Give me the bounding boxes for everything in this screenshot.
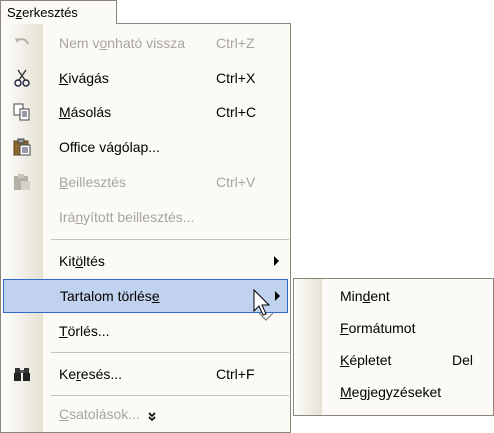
menu-item-label: Csatolások...	[59, 406, 140, 422]
menu-item-label: Kitöltés	[59, 253, 105, 269]
menu-item-cut[interactable]: Kivágás Ctrl+X	[2, 61, 289, 95]
edit-menu: Nem vonható vissza Ctrl+Z Kivágás Ctrl+X…	[0, 23, 291, 433]
menu-item-label: Kivágás	[59, 70, 109, 86]
submenu-item-label: Képletet	[340, 352, 392, 368]
menu-separator	[51, 395, 289, 396]
scissors-icon	[12, 69, 32, 87]
menu-item-find[interactable]: Keresés... Ctrl+F	[2, 357, 289, 391]
menu-item-label: Törlés...	[59, 323, 110, 339]
menu-separator	[51, 352, 289, 353]
shortcut-label: Del	[452, 352, 474, 368]
submenu-item-label: Megjegyzéseket	[340, 384, 442, 400]
submenu-item-formats[interactable]: Formátumot	[294, 315, 493, 345]
menu-item-paste-special[interactable]: Irányított beillesztés...	[2, 200, 289, 234]
menu-item-copy[interactable]: Másolás Ctrl+C	[2, 95, 289, 129]
clear-submenu: Mindent Formátumot Képletet Del Megjegyz…	[293, 278, 494, 416]
mouse-pointer-icon	[253, 288, 275, 326]
expand-menu-chevron-icon[interactable]	[147, 412, 157, 422]
submenu-item-comments[interactable]: Megjegyzéseket	[294, 379, 493, 409]
shortcut-label: Ctrl+F	[216, 366, 255, 382]
menu-item-delete[interactable]: Törlés...	[2, 314, 289, 348]
menu-item-clear[interactable]: Tartalom törlése	[3, 279, 288, 313]
menu-item-label: Office vágólap...	[59, 139, 160, 155]
paste-icon	[12, 173, 32, 191]
menu-item-label: Keresés...	[59, 366, 123, 382]
menu-item-label: Irányított beillesztés...	[59, 209, 195, 225]
menu-item-office-clipboard[interactable]: Office vágólap...	[2, 130, 289, 164]
undo-icon	[12, 34, 32, 52]
copy-icon	[12, 103, 32, 121]
menu-item-links[interactable]: Csatolások...	[2, 397, 289, 431]
menu-title-text-rest: erkesztés	[22, 5, 78, 20]
menu-item-label: Nem vonható vissza	[59, 35, 186, 51]
shortcut-label: Ctrl+X	[216, 70, 256, 86]
menu-item-label: Másolás	[59, 104, 112, 120]
shortcut-label: Ctrl+Z	[216, 35, 255, 51]
submenu-arrow-icon	[274, 256, 279, 266]
submenu-item-formulas[interactable]: Képletet Del	[294, 347, 493, 377]
menu-item-fill[interactable]: Kitöltés	[2, 244, 289, 278]
submenu-item-all[interactable]: Mindent	[294, 283, 493, 313]
shortcut-label: Ctrl+V	[216, 174, 256, 190]
menu-item-label: Tartalom törlése	[60, 288, 160, 304]
menu-item-label: Beillesztés	[59, 174, 126, 190]
binoculars-icon	[12, 365, 32, 383]
menu-item-paste[interactable]: Beillesztés Ctrl+V	[2, 165, 289, 199]
menu-separator	[51, 239, 289, 240]
shortcut-label: Ctrl+C	[216, 104, 257, 120]
menu-item-undo[interactable]: Nem vonható vissza Ctrl+Z	[2, 26, 289, 60]
menu-title-text: S	[7, 5, 16, 20]
menu-title-szerkesztes[interactable]: Szerkesztés	[0, 0, 117, 24]
submenu-arrow-icon	[275, 291, 280, 301]
submenu-item-label: Mindent	[340, 288, 390, 304]
submenu-item-label: Formátumot	[340, 320, 416, 336]
clipboard-icon	[12, 138, 32, 156]
